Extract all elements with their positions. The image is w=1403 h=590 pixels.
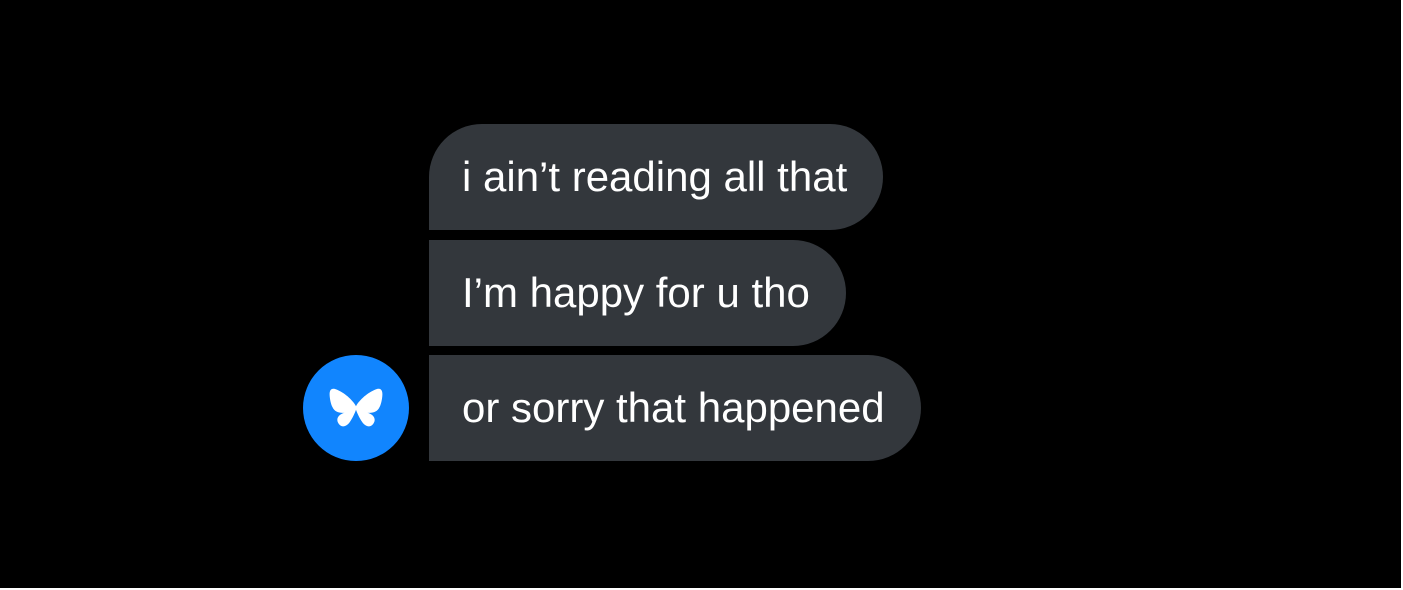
message-bubble[interactable]: i ain’t reading all that [429, 124, 884, 230]
butterfly-icon [329, 388, 383, 427]
message-bubble[interactable]: or sorry that happened [429, 355, 921, 461]
message-thread: i ain’t reading all that I’m happy for u… [303, 124, 1003, 464]
chat-screen: i ain’t reading all that I’m happy for u… [0, 0, 1401, 588]
avatar[interactable] [303, 355, 409, 461]
message-bubble[interactable]: I’m happy for u tho [429, 240, 846, 346]
